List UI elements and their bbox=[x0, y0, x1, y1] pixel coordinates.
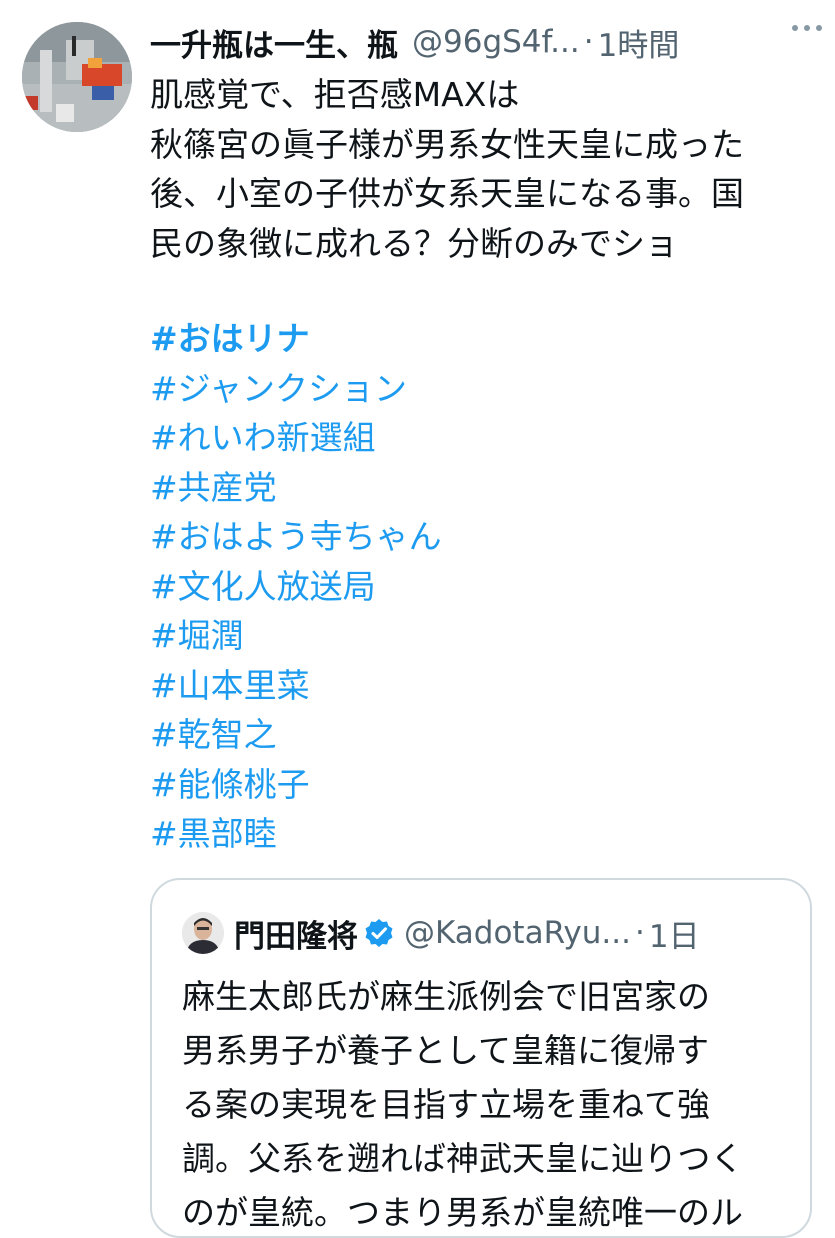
hashtag-link[interactable]: #れいわ新選組 bbox=[150, 413, 820, 463]
quoted-text-line: のが皇統。つまり男系が皇統唯一のル bbox=[182, 1193, 743, 1232]
hashtag-link[interactable]: #文化人放送局 bbox=[150, 562, 820, 612]
hashtag-link[interactable]: #ジャンクション bbox=[150, 364, 820, 414]
separator: · bbox=[583, 24, 594, 60]
quoted-tweet[interactable]: 門田隆将 @KadotaRyu... · 1日 麻生太郎氏が麻生派例会で旧宮家の… bbox=[150, 878, 812, 1238]
hashtag-link[interactable]: #共産党 bbox=[150, 463, 820, 513]
separator: · bbox=[634, 915, 645, 951]
handle[interactable]: @96gS4f... bbox=[412, 24, 580, 60]
tweet-text: 肌感覚で、拒否感MAXは 秋篠宮の眞子様が男系女性天皇に成った 後、小室の子供が… bbox=[150, 70, 820, 268]
tweet-text-line: 秋篠宮の眞子様が男系女性天皇に成った bbox=[150, 124, 744, 164]
tweet-text-line: 民の象徴に成れる？分断のみでショ bbox=[150, 223, 678, 263]
hashtag-list: #おはリナ #ジャンクション #れいわ新選組 #共産党 #おはよう寺ちゃん #文… bbox=[150, 314, 820, 859]
quoted-tweet-header: 門田隆将 @KadotaRyu... · 1日 bbox=[182, 908, 792, 958]
hashtag-link[interactable]: #おはリナ bbox=[150, 314, 820, 364]
quoted-text-line: 男系男子が養子として皇籍に復帰す bbox=[182, 1031, 710, 1070]
hashtag-link[interactable]: #堀潤 bbox=[150, 611, 820, 661]
hashtag-link[interactable]: #乾智之 bbox=[150, 710, 820, 760]
hashtag-link[interactable]: #黒部睦 bbox=[150, 809, 820, 859]
quoted-display-name[interactable]: 門田隆将 bbox=[234, 911, 358, 956]
tweet-header: 一升瓶は一生、瓶 @96gS4f... · 1時間 bbox=[150, 16, 825, 68]
hashtag-link[interactable]: #おはよう寺ちゃん bbox=[150, 512, 820, 562]
avatar-image bbox=[22, 22, 132, 132]
quoted-text-line: る案の実現を目指す立場を重ねて強 bbox=[182, 1085, 710, 1124]
tweet-text-line: 肌感覚で、拒否感MAXは bbox=[150, 75, 520, 114]
tweet[interactable]: 一升瓶は一生、瓶 @96gS4f... · 1時間 肌感覚で、拒否感MAXは 秋… bbox=[0, 0, 835, 1238]
avatar[interactable] bbox=[22, 22, 132, 132]
quoted-avatar-image bbox=[182, 912, 224, 954]
quoted-avatar[interactable] bbox=[182, 912, 224, 954]
timestamp[interactable]: 1時間 bbox=[598, 20, 680, 65]
quoted-text-line: 麻生太郎氏が麻生派例会で旧宮家の bbox=[182, 977, 710, 1016]
display-name[interactable]: 一升瓶は一生、瓶 bbox=[150, 20, 398, 65]
more-options-icon[interactable] bbox=[789, 10, 825, 46]
quoted-handle[interactable]: @KadotaRyu... bbox=[404, 915, 631, 951]
verified-badge-icon bbox=[364, 918, 394, 948]
tweet-text-line: 後、小室の子供が女系天皇になる事。国 bbox=[150, 174, 744, 213]
quoted-text-line: 調。父系を遡れば神武天皇に辿りつく bbox=[182, 1139, 744, 1178]
quoted-timestamp[interactable]: 1日 bbox=[649, 911, 700, 956]
quoted-tweet-text: 麻生太郎氏が麻生派例会で旧宮家の 男系男子が養子として皇籍に復帰す る案の実現を… bbox=[182, 970, 787, 1236]
hashtag-link[interactable]: #山本里菜 bbox=[150, 661, 820, 711]
hashtag-link[interactable]: #能條桃子 bbox=[150, 760, 820, 810]
